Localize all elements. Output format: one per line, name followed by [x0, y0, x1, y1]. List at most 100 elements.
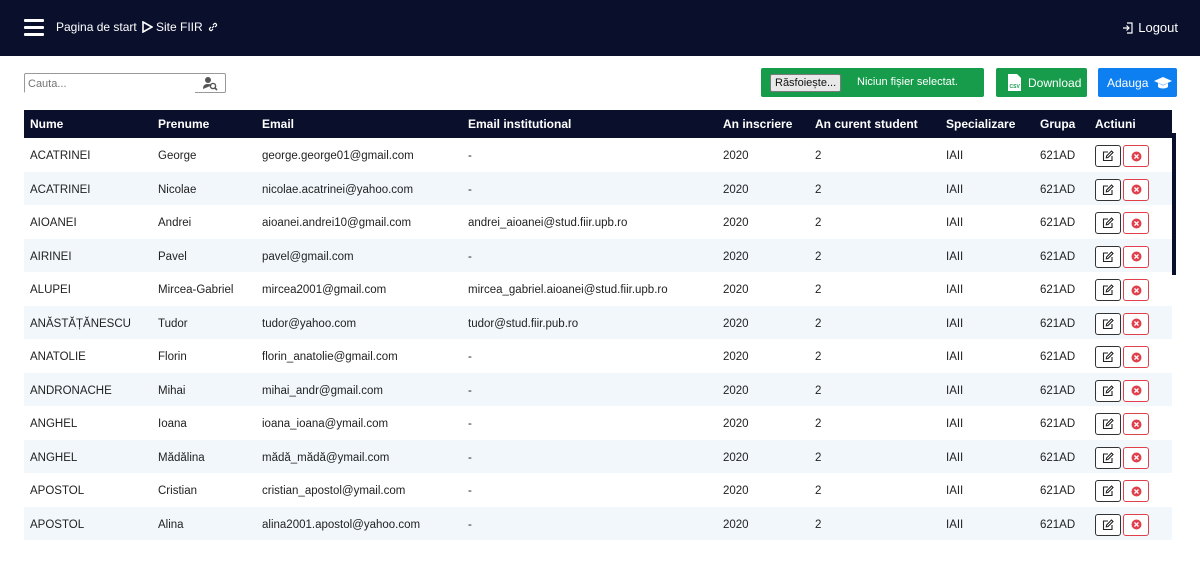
delete-button[interactable] — [1123, 178, 1149, 201]
header-an-curent[interactable]: An curent student — [815, 117, 918, 131]
header-grupa[interactable]: Grupa — [1040, 117, 1075, 131]
edit-icon — [1102, 418, 1114, 430]
header-an-inscriere[interactable]: An inscriere — [723, 117, 792, 131]
cell-email: george.george01@gmail.com — [262, 150, 414, 162]
cell-grupa: 621AD — [1040, 351, 1076, 363]
header-nume[interactable]: Nume — [30, 117, 63, 131]
delete-button[interactable] — [1123, 212, 1149, 234]
cell-prenume: Tudor — [158, 317, 188, 330]
table-row: ANDRONACHE Mihai mihai_andr@gmail.com - 2020… — [24, 372, 1172, 406]
header-specializare[interactable]: Specializare — [946, 117, 1015, 131]
nav-link-site[interactable]: Site FIIR — [156, 20, 219, 34]
table-row: ALUPEI Mircea-Gabriel mircea2001@gmail.com… — [24, 272, 1172, 306]
cell-grupa: 621AD — [1040, 317, 1076, 330]
delete-button[interactable] — [1123, 513, 1149, 536]
cell-an-curent: 2 — [815, 384, 822, 397]
download-button[interactable]: CSV Download — [996, 68, 1087, 97]
cell-an-curent: 2 — [815, 451, 822, 464]
edit-icon — [1102, 518, 1114, 530]
cell-specializare: IAII — [946, 351, 964, 363]
cell-specializare: IAII — [946, 150, 964, 162]
edit-button[interactable] — [1095, 513, 1121, 536]
table-scrollbar[interactable] — [1172, 133, 1176, 275]
edit-button[interactable] — [1095, 480, 1121, 502]
cell-prenume: Florin — [158, 351, 187, 363]
cell-an-curent: 2 — [815, 217, 822, 229]
search-input[interactable] — [25, 75, 195, 93]
cell-an-inscriere: 2020 — [723, 250, 749, 263]
cell-prenume: Mădălina — [158, 451, 205, 464]
table-header: Nume Prenume Email Email institutional A… — [24, 110, 1172, 138]
cell-email: alina2001.apostol@yahoo.com — [262, 518, 421, 531]
cell-grupa: 621AD — [1040, 384, 1076, 397]
cell-email: nicolae.acatrinei@yahoo.com — [262, 183, 414, 196]
cell-specializare: IAII — [946, 217, 964, 229]
csv-file-icon: CSV — [1008, 74, 1021, 91]
header-actiuni: Actiuni — [1095, 117, 1136, 131]
cell-email: mircea2001@gmail.com — [262, 284, 387, 296]
cell-an-inscriere: 2020 — [723, 150, 749, 162]
delete-button[interactable] — [1123, 379, 1149, 402]
edit-icon — [1102, 384, 1114, 396]
cell-an-inscriere: 2020 — [723, 518, 749, 531]
cell-an-curent: 2 — [815, 317, 822, 330]
cell-prenume: Ioana — [158, 418, 187, 430]
delete-button[interactable] — [1123, 312, 1149, 335]
cell-email-institutional: - — [468, 250, 472, 263]
cell-prenume: Pavel — [158, 250, 187, 263]
edit-icon — [1102, 351, 1114, 363]
cell-an-curent: 2 — [815, 183, 822, 196]
delete-button[interactable] — [1123, 245, 1149, 268]
cell-grupa: 621AD — [1040, 217, 1076, 229]
cell-email: florin_anatolie@gmail.com — [262, 351, 398, 363]
nav-link-start[interactable]: Pagina de start — [56, 20, 153, 34]
delete-button[interactable] — [1123, 480, 1149, 502]
edit-button[interactable] — [1095, 379, 1121, 402]
logout-button[interactable]: Logout — [1122, 20, 1178, 35]
header-email[interactable]: Email — [262, 117, 294, 131]
cell-grupa: 621AD — [1040, 485, 1076, 497]
header-email-institutional[interactable]: Email institutional — [468, 117, 571, 131]
file-upload[interactable]: Răsfoiește... Niciun fișier selectat. — [761, 68, 984, 97]
cell-an-curent: 2 — [815, 150, 822, 162]
logout-icon — [1123, 21, 1133, 34]
edit-button[interactable] — [1095, 413, 1121, 435]
link-icon — [208, 22, 217, 32]
cell-email: cristian_apostol@ymail.com — [262, 485, 406, 497]
delete-button[interactable] — [1123, 279, 1149, 301]
table-row: AIRINEI Pavel pavel@gmail.com - 2020 2 IAII 621… — [24, 238, 1172, 272]
user-search-icon[interactable] — [202, 76, 218, 91]
cell-grupa: 621AD — [1040, 183, 1076, 196]
edit-icon — [1102, 250, 1114, 262]
delete-icon — [1131, 184, 1141, 195]
hamburger-icon[interactable] — [24, 19, 44, 37]
delete-button[interactable] — [1123, 145, 1149, 167]
delete-icon — [1131, 486, 1141, 496]
edit-button[interactable] — [1095, 178, 1121, 201]
add-button[interactable]: Adauga — [1098, 68, 1177, 97]
cell-email: tudor@yahoo.com — [262, 317, 357, 330]
edit-button[interactable] — [1095, 145, 1121, 167]
cell-nume: ACATRINEI — [30, 150, 91, 162]
cell-email-institutional: tudor@stud.fiir.pub.ro — [468, 317, 579, 330]
edit-icon — [1102, 485, 1114, 497]
delete-button[interactable] — [1123, 346, 1149, 368]
edit-button[interactable] — [1095, 346, 1121, 368]
delete-icon — [1131, 318, 1141, 329]
browse-button[interactable]: Răsfoiește... — [770, 74, 842, 92]
edit-icon — [1102, 150, 1114, 162]
edit-button[interactable] — [1095, 446, 1121, 469]
table-row: ACATRINEI George george.george01@gmail.com… — [24, 138, 1172, 172]
delete-button[interactable] — [1123, 446, 1149, 469]
cell-nume: AIRINEI — [30, 250, 72, 263]
edit-button[interactable] — [1095, 279, 1121, 301]
table-row: ACATRINEI Nicolae nicolae.acatrinei@yahoo.… — [24, 171, 1172, 205]
cell-specializare: IAII — [946, 317, 964, 330]
edit-button[interactable] — [1095, 245, 1121, 268]
cell-email-institutional: andrei_aioanei@stud.fiir.upb.ro — [468, 217, 628, 229]
cell-specializare: IAII — [946, 384, 964, 397]
header-prenume[interactable]: Prenume — [158, 117, 209, 131]
delete-button[interactable] — [1123, 413, 1149, 435]
edit-button[interactable] — [1095, 212, 1121, 234]
edit-button[interactable] — [1095, 312, 1121, 335]
